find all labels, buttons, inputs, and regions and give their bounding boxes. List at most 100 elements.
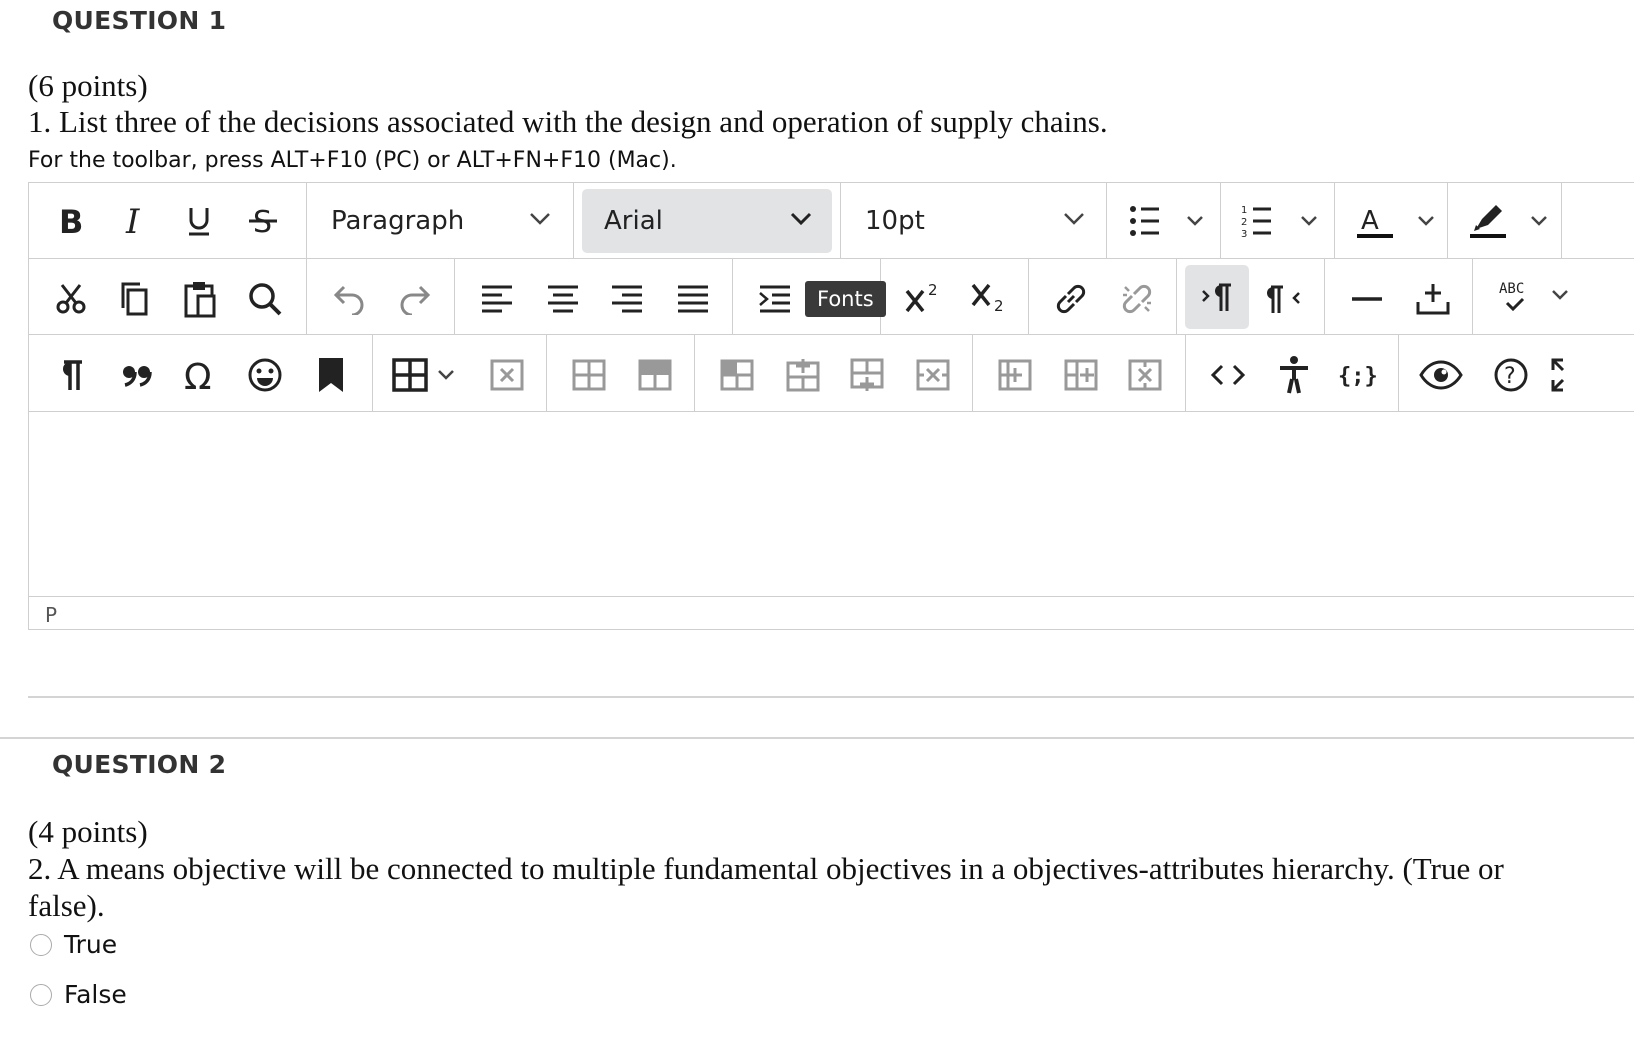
font-family-select[interactable]: Arial [582,189,832,253]
cut-icon[interactable] [49,277,93,321]
special-char-icon[interactable]: Ω [179,353,223,397]
toolbar-row-3: Ω {;} ? [29,335,1634,412]
help-icon[interactable]: ? [1489,353,1533,397]
option-false-label: False [64,980,127,1009]
history-group [307,259,455,334]
question-1-points: (6 points) [28,68,148,103]
numbered-list-group: 123 [1221,183,1335,258]
highlight-icon[interactable] [1466,197,1554,245]
preview-icon[interactable] [1417,353,1465,397]
table-icon[interactable] [391,353,463,397]
code-group: {;} [1186,335,1399,411]
emoji-icon[interactable] [243,353,287,397]
editor-statusbar: P [29,596,1634,631]
paragraph-mark-icon[interactable] [49,353,93,397]
block-format-select[interactable]: Paragraph [309,189,571,253]
find-icon[interactable] [243,277,287,321]
align-center-icon[interactable] [541,277,585,321]
font-family-group: Arial [574,183,841,258]
underline-icon[interactable] [179,199,219,243]
rich-text-editor: B I S Paragraph Arial 10pt 1 2 3 A 2 2 A… [28,182,1634,630]
insert-icon[interactable] [1411,277,1455,321]
svg-text:?: ? [1504,364,1516,389]
radio-false[interactable] [30,983,52,1006]
direction-group [1177,259,1325,334]
font-size-group: 10pt [841,183,1107,258]
svg-text:2: 2 [1241,217,1247,228]
svg-text:B: B [59,204,83,238]
font-size-select[interactable]: 10pt [843,189,1105,253]
chevron-down-icon [1064,213,1084,225]
rtl-icon[interactable] [1263,277,1307,321]
answer-divider [28,696,1634,698]
insert-col-before-icon[interactable] [993,353,1037,397]
view-group: ? [1399,335,1634,411]
cell-props-icon[interactable] [633,353,677,397]
paste-icon[interactable] [179,277,223,321]
svg-text:A: A [1361,206,1379,236]
text-color-group: A [1335,183,1448,258]
question-2-text-line1: 2. A means objective will be connected t… [28,851,1504,886]
svg-text:1: 1 [1241,205,1247,216]
redo-icon[interactable] [393,277,437,321]
copy-icon[interactable] [113,277,157,321]
align-left-icon[interactable] [475,277,519,321]
link-icon[interactable] [1049,277,1093,321]
subscript-icon[interactable]: 2 [967,277,1011,321]
delete-table-icon[interactable] [485,353,529,397]
column-ops-group [973,335,1186,411]
row-ops-group [695,335,973,411]
bullet-list-group [1107,183,1221,258]
block-format-group: Paragraph [307,183,574,258]
text-color-icon[interactable]: A [1353,197,1441,245]
insert-row-after-icon[interactable] [845,353,889,397]
svg-text:2: 2 [928,281,938,299]
insert-row-before-icon[interactable] [781,353,825,397]
font-size-value: 10pt [865,206,925,236]
toolbar-row-1: B I S Paragraph Arial 10pt 1 2 3 A [29,183,1634,259]
italic-icon[interactable]: I [115,199,155,243]
bullet-list-icon[interactable] [1125,197,1213,245]
horizontal-rule-icon[interactable] [1345,277,1389,321]
fullscreen-icon[interactable] [1549,353,1579,397]
block-format-value: Paragraph [331,206,465,236]
editor-content-area[interactable] [29,419,1634,596]
insert-col-after-icon[interactable] [1059,353,1103,397]
row-props-icon[interactable] [567,353,611,397]
svg-text:{;}: {;} [1338,364,1378,389]
bookmark-icon[interactable] [309,353,353,397]
unlink-icon[interactable] [1115,277,1159,321]
numbered-list-icon[interactable]: 123 [1239,197,1327,245]
code-braces-icon[interactable]: {;} [1336,353,1380,397]
option-true[interactable]: True [30,930,117,959]
spellcheck-group: ABC [1473,259,1634,334]
accessibility-icon[interactable] [1272,353,1316,397]
bold-icon[interactable]: B [51,199,91,243]
svg-text:2: 2 [994,297,1004,315]
ltr-icon[interactable] [1185,265,1249,329]
option-false[interactable]: False [30,980,127,1009]
superscript-icon[interactable]: 2 [901,277,945,321]
svg-text:ABC: ABC [1499,281,1524,297]
chevron-down-icon [530,213,550,225]
justify-icon[interactable] [671,277,715,321]
clipboard-group [29,259,307,334]
question-1-text: 1. List three of the decisions associate… [28,104,1108,139]
alignment-group [455,259,733,334]
source-code-icon[interactable] [1206,353,1250,397]
indent-icon[interactable] [753,277,797,321]
align-right-icon[interactable] [605,277,649,321]
question-1-heading: QUESTION 1 [52,6,227,35]
insert-group [1325,259,1473,334]
spellcheck-icon[interactable]: ABC [1493,273,1583,321]
blockquote-icon[interactable] [115,353,159,397]
svg-text:Ω: Ω [184,357,212,393]
link-group [1029,259,1177,334]
script-group: 2 2 [881,259,1029,334]
undo-icon[interactable] [327,277,371,321]
delete-col-icon[interactable] [1123,353,1167,397]
strikethrough-icon[interactable]: S [243,199,283,243]
merge-cells-icon[interactable] [715,353,759,397]
radio-true[interactable] [30,933,52,956]
delete-row-icon[interactable] [911,353,955,397]
